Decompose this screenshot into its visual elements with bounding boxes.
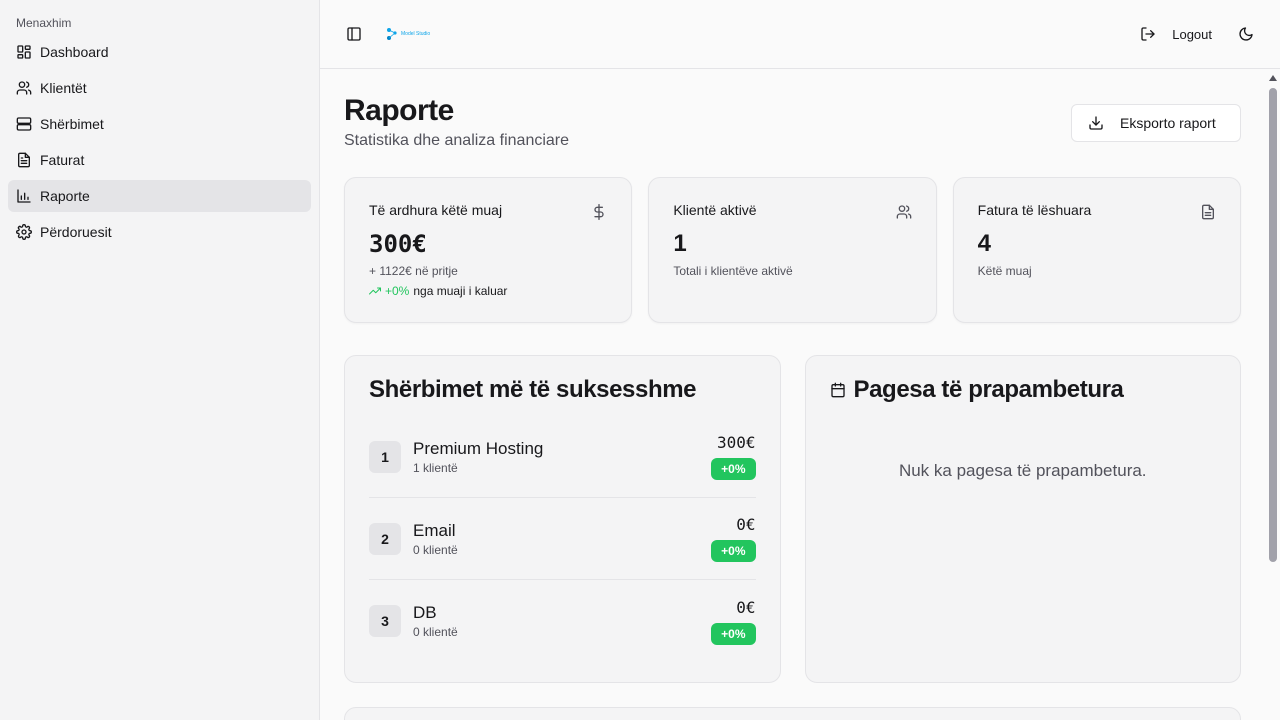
trend-text: nga muaji i kaluar	[413, 284, 508, 298]
sidebar-item-label: Dashboard	[40, 44, 109, 60]
list-item: 2 Email 0 klientë 0€ +0%	[369, 498, 756, 580]
service-value: 300€	[716, 433, 756, 452]
list-item: 1 Premium Hosting 1 klientë 300€ +0%	[369, 416, 756, 498]
stat-value: 4	[977, 230, 992, 257]
logout-icon	[1141, 27, 1155, 41]
logo-mark-icon	[387, 28, 397, 40]
top-services-panel: Shërbimet më të suksesshme 1 Premium Hos…	[344, 355, 781, 683]
sidebar-item-dashboard[interactable]: Dashboard	[8, 36, 311, 68]
service-value: 0€	[736, 597, 756, 617]
stat-title: Klientë aktivë	[673, 202, 757, 218]
gear-icon	[16, 224, 32, 240]
stat-card-invoices: Fatura të lëshuara 4 Këtë muaj	[952, 177, 1241, 323]
stat-sub: Totali i klientëve aktivë	[673, 264, 793, 278]
bar-chart-icon	[17, 189, 31, 203]
service-name: Premium Hosting	[413, 438, 544, 458]
dollar-icon	[594, 204, 604, 220]
stat-title: Të ardhura këtë muaj	[369, 202, 503, 218]
bottom-card	[344, 707, 1241, 720]
service-value: 0€	[736, 515, 756, 534]
service-clients: 0 klientë	[413, 542, 458, 557]
sidebar-item-label: Faturat	[40, 152, 85, 168]
moon-icon	[1239, 27, 1253, 41]
sidebar-item-invoices[interactable]: Faturat	[8, 144, 311, 176]
stat-sub: Këtë muaj	[977, 264, 1032, 278]
sidebar-item-label: Shërbimet	[40, 116, 104, 132]
theme-toggle-button[interactable]	[1232, 20, 1260, 48]
stat-trend: +0% nga muaji i kaluar	[369, 284, 607, 298]
file-text-icon	[1201, 204, 1214, 220]
calendar-icon	[830, 382, 845, 398]
stat-value: 300€	[369, 230, 427, 258]
service-clients: 1 klientë	[413, 460, 458, 475]
scrollbar-thumb[interactable]	[1269, 88, 1277, 562]
logo-text: Model Studio	[401, 31, 431, 37]
sidebar-toggle-button[interactable]	[340, 20, 368, 48]
services-list: 1 Premium Hosting 1 klientë 300€ +0% 2 E…	[369, 416, 756, 662]
sidebar-item-users[interactable]: Përdoruesit	[8, 216, 311, 248]
sidebar-item-label: Klientët	[40, 80, 87, 96]
stat-title: Fatura të lëshuara	[977, 202, 1092, 218]
rank-badge: 1	[369, 440, 401, 473]
stat-pending: + 1122€ në pritje	[369, 264, 458, 278]
change-badge: +0%	[711, 622, 756, 645]
rank-badge: 3	[369, 605, 401, 637]
page-title: Raporte	[344, 94, 454, 127]
panel-title: Shërbimet më të suksesshme	[369, 376, 697, 403]
sidebar-item-services[interactable]: Shërbimet	[8, 108, 311, 140]
sidebar-item-label: Raporte	[40, 188, 90, 204]
empty-state-message: Nuk ka pagesa të prapambetura.	[898, 461, 1147, 480]
stat-card-active-clients: Klientë aktivë 1 Totali i klientëve akti…	[648, 177, 937, 323]
sidebar-item-label: Përdoruesit	[40, 224, 112, 240]
export-report-button[interactable]: Eksporto raport	[1071, 104, 1241, 142]
stat-value: 1	[673, 230, 687, 257]
users-icon	[896, 205, 911, 219]
sidebar-item-clients[interactable]: Klientët	[8, 72, 311, 104]
trend-value: +0%	[385, 284, 410, 298]
main-content: Raporte Statistika dhe analiza financiar…	[320, 69, 1266, 720]
trending-up-icon	[369, 287, 381, 295]
service-name: Email	[413, 520, 456, 540]
export-label: Eksporto raport	[1120, 115, 1216, 131]
sidebar-group-label: Menaxhim	[16, 16, 72, 30]
top-header: Model Studio Logout	[320, 0, 1280, 69]
scrollbar[interactable]	[1266, 69, 1280, 720]
stats-row: Të ardhura këtë muaj 300€ + 1122€ në pri…	[344, 177, 1241, 323]
stat-card-revenue: Të ardhura këtë muaj 300€ + 1122€ në pri…	[344, 177, 633, 323]
change-badge: +0%	[711, 540, 756, 562]
logout-label: Logout	[1172, 26, 1212, 42]
panel-title: Pagesa të prapambetura	[830, 376, 1217, 404]
download-icon	[1089, 116, 1103, 130]
list-item: 3 DB 0 klientë 0€ +0%	[369, 580, 756, 662]
page-subtitle: Statistika dhe analiza financiare	[344, 132, 570, 149]
panel-left-icon	[347, 27, 361, 41]
service-clients: 0 klientë	[413, 625, 458, 639]
scroll-up-icon[interactable]	[1269, 75, 1277, 81]
file-text-icon	[18, 152, 30, 168]
dashboard-icon	[17, 45, 31, 59]
rank-badge: 2	[369, 522, 401, 555]
users-icon	[16, 81, 32, 95]
logo[interactable]: Model Studio	[386, 27, 430, 41]
overdue-payments-panel: Pagesa të prapambetura Nuk ka pagesa të …	[804, 355, 1241, 683]
sidebar: Menaxhim Dashboard Klientët Shërbimet Fa…	[0, 0, 320, 720]
change-badge: +0%	[711, 458, 756, 480]
logout-button[interactable]: Logout	[1130, 18, 1222, 50]
service-name: DB	[413, 603, 437, 622]
server-icon	[16, 117, 32, 131]
sidebar-item-reports[interactable]: Raporte	[8, 180, 311, 212]
panel-title-text: Pagesa të prapambetura	[853, 376, 1124, 403]
